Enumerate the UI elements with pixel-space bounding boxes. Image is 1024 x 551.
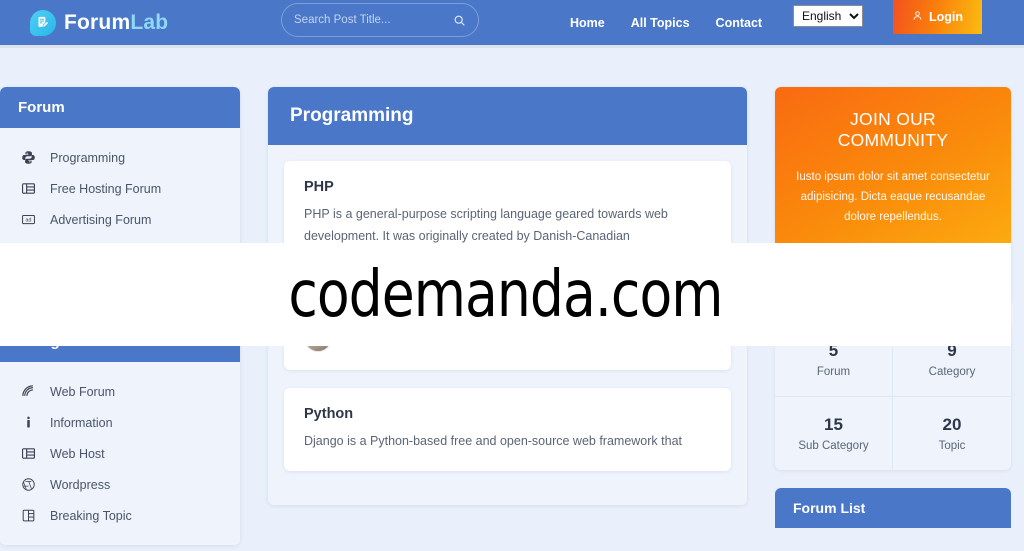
search-icon[interactable] xyxy=(453,14,466,27)
sidebar-item-web-forum[interactable]: Web Forum xyxy=(0,376,240,407)
login-button[interactable]: Login xyxy=(893,0,982,34)
stat-label: Topic xyxy=(938,440,966,453)
categories-card-body: Web Forum Information Web Host Wordpress… xyxy=(0,362,240,545)
signal-icon xyxy=(20,383,37,400)
sidebar-item-label: Free Hosting Forum xyxy=(50,181,162,196)
page-root: ForumLab Home All Topics Contact English xyxy=(0,0,1024,551)
nav-item-all-topics[interactable]: All Topics xyxy=(631,16,690,30)
stat-label: Sub Category xyxy=(798,440,869,453)
site-header: ForumLab Home All Topics Contact English xyxy=(0,0,1024,45)
python-icon xyxy=(20,149,37,166)
language-select[interactable]: English xyxy=(793,5,863,27)
search-input[interactable] xyxy=(294,14,453,26)
stat-label: Forum xyxy=(816,366,851,379)
sidebar-item-label: Wordpress xyxy=(50,477,111,492)
watermark-overlay: codemanda.com xyxy=(0,243,1011,346)
sidebar-item-free-hosting-forum[interactable]: Free Hosting Forum xyxy=(0,173,240,204)
sidebar-item-advertising-forum[interactable]: ad Advertising Forum xyxy=(0,204,240,235)
brand-logo[interactable]: ForumLab xyxy=(30,9,168,36)
sidebar-item-wordpress[interactable]: Wordpress xyxy=(0,469,240,500)
topic-description: Django is a Python-based free and open-s… xyxy=(304,434,682,448)
main-nav: Home All Topics Contact xyxy=(570,0,762,45)
sidebar-item-label: Web Forum xyxy=(50,384,116,399)
user-icon xyxy=(912,10,923,24)
join-community-text: Iusto ipsum dolor sit amet consectetur a… xyxy=(796,171,990,224)
join-community-title: JOIN OUR COMMUNITY xyxy=(837,109,949,150)
stat-sub-category: 15 Sub Category xyxy=(775,397,893,471)
sidebar-item-label: Advertising Forum xyxy=(50,212,152,227)
topic-description: PHP is a general-purpose scripting langu… xyxy=(304,207,668,243)
ad-icon: ad xyxy=(20,211,37,228)
stat-value: 15 xyxy=(824,415,843,435)
building-icon xyxy=(20,507,37,524)
info-icon xyxy=(20,414,37,431)
sidebar-item-label: Web Host xyxy=(50,446,105,461)
watermark-text: codemanda.com xyxy=(288,257,723,332)
search-box[interactable] xyxy=(281,3,479,37)
forum-card-title: Forum xyxy=(0,87,240,128)
login-button-label: Login xyxy=(928,10,963,24)
sidebar-item-label: Breaking Topic xyxy=(50,508,132,523)
brand-name-primary: Forum xyxy=(64,11,131,34)
brand-name: ForumLab xyxy=(64,12,168,33)
table-list-icon xyxy=(20,445,37,462)
sidebar-item-breaking-topic[interactable]: Breaking Topic xyxy=(0,500,240,531)
svg-text:ad: ad xyxy=(26,217,32,223)
topic-title: PHP xyxy=(304,179,334,195)
sidebar-item-information[interactable]: Information xyxy=(0,407,240,438)
page-title: Programming xyxy=(268,87,747,145)
stat-value: 20 xyxy=(942,415,962,435)
sidebar-item-label: Information xyxy=(50,415,113,430)
sidebar-item-label: Programming xyxy=(50,150,126,165)
topic-title: Python xyxy=(304,406,354,422)
header-shadow xyxy=(0,45,1024,48)
nav-item-home[interactable]: Home xyxy=(570,16,605,30)
forum-list-card-title: Forum List xyxy=(775,488,1011,529)
brand-name-secondary: Lab xyxy=(130,11,169,34)
document-pencil-icon xyxy=(30,9,56,36)
stat-label: Category xyxy=(928,366,976,379)
sidebar-item-programming[interactable]: Programming xyxy=(0,142,240,173)
stat-topic: 20 Topic xyxy=(893,397,1011,470)
topic-card-python[interactable]: Python Django is a Python-based free and… xyxy=(284,388,731,471)
sidebar-item-web-host[interactable]: Web Host xyxy=(0,438,240,469)
table-list-icon xyxy=(20,180,37,197)
categories-card: Categories Web Forum xyxy=(0,321,240,545)
nav-item-contact[interactable]: Contact xyxy=(716,16,763,30)
wordpress-icon xyxy=(20,476,37,493)
